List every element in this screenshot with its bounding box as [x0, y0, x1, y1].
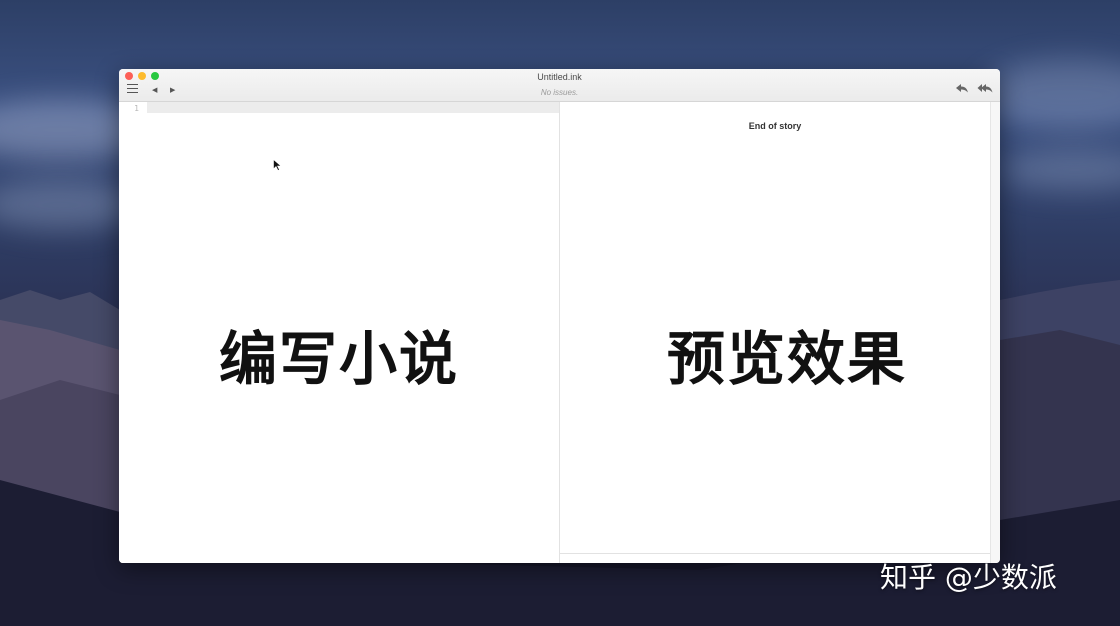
issues-status[interactable]: No issues. — [119, 88, 1000, 97]
restart-story-icon[interactable] — [977, 83, 993, 93]
ink-editor-pane[interactable]: 1 编写小说 — [119, 102, 560, 563]
back-arrow-icon[interactable]: ◀ — [152, 85, 157, 95]
rewind-one-icon[interactable] — [955, 83, 969, 93]
forward-arrow-icon[interactable]: ▶ — [170, 85, 175, 95]
story-preview-pane: End of story 预览效果 — [560, 102, 990, 554]
mouse-pointer-icon — [273, 159, 282, 171]
preview-scrollbar[interactable] — [990, 102, 1000, 563]
line-number-gutter: 1 — [119, 102, 147, 563]
window-title: Untitled.ink — [537, 72, 582, 82]
editor-caption: 编写小说 — [219, 325, 460, 393]
desktop-background: Untitled.ink No issues. ◀ ▶ 1 编写小说 End o… — [0, 0, 1120, 626]
line-number: 1 — [134, 104, 139, 113]
watermark-text: 知乎 @少数派 — [880, 561, 1057, 594]
title-bar: Untitled.ink No issues. ◀ ▶ — [119, 69, 1000, 102]
end-of-story-label: End of story — [748, 121, 802, 131]
app-window: Untitled.ink No issues. ◀ ▶ 1 编写小说 End o… — [119, 69, 1000, 563]
preview-caption: 预览效果 — [667, 325, 908, 393]
hamburger-menu-icon[interactable] — [127, 84, 138, 93]
active-line-highlight[interactable] — [147, 102, 559, 113]
